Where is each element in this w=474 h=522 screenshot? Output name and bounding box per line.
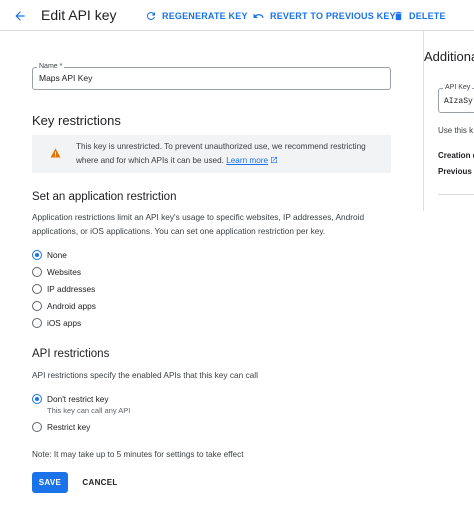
revert-key-label: REVERT TO PREVIOUS KEY — [270, 11, 396, 21]
radio-button[interactable] — [32, 250, 42, 260]
regenerate-key-button[interactable]: REGENERATE KEY — [145, 9, 248, 23]
radio-button[interactable] — [32, 422, 42, 432]
radio-label: IP addresses — [47, 284, 96, 294]
radio-option-restrict-key[interactable]: Restrict key — [32, 421, 90, 433]
back-button[interactable] — [10, 6, 30, 26]
top-toolbar: Edit API key REGENERATE KEY REVERT TO PR… — [0, 0, 474, 31]
name-field[interactable] — [32, 67, 391, 90]
radio-option-android-apps[interactable]: Android apps — [32, 300, 96, 312]
learn-more-link[interactable]: Learn more — [226, 156, 268, 165]
learn-more-label: Learn more — [226, 155, 269, 165]
page-title: Edit API key — [41, 7, 117, 23]
additional-info-title: Additiona — [424, 49, 474, 64]
additional-info-panel: Additiona API Key AIzaSy Use this k Crea… — [423, 31, 474, 211]
arrow-back-icon — [15, 11, 25, 21]
use-this-key-text: Use this k — [438, 126, 474, 135]
panel-divider — [438, 194, 474, 195]
key-restrictions-heading: Key restrictions — [32, 113, 121, 128]
trash-icon — [395, 11, 402, 21]
save-button[interactable]: SAVE — [32, 472, 68, 493]
undo-icon — [253, 13, 264, 18]
radio-button[interactable] — [32, 318, 42, 328]
warning-text: This key is unrestricted. To prevent una… — [76, 142, 366, 165]
delete-button[interactable]: DELETE — [393, 9, 446, 23]
radio-button[interactable] — [32, 284, 42, 294]
api-key-label: API Key — [443, 84, 473, 91]
name-field-label: Name * — [37, 62, 65, 71]
external-link-icon — [271, 156, 278, 163]
creation-date-label: Creation d — [438, 151, 474, 160]
delete-label: DELETE — [409, 11, 446, 21]
api-restrictions-heading: API restrictions — [32, 348, 110, 360]
radio-label: iOS apps — [47, 318, 82, 328]
previous-key-label: Previous — [438, 167, 472, 176]
cancel-button[interactable]: CANCEL — [80, 472, 120, 493]
warning-icon — [50, 148, 61, 158]
radio-button[interactable] — [32, 394, 42, 404]
settings-note: Note: It may take up to 5 minutes for se… — [32, 450, 244, 459]
radio-button[interactable] — [32, 301, 42, 311]
warning-message: This key is unrestricted. To prevent una… — [76, 140, 386, 167]
radio-label: None — [47, 250, 67, 260]
radio-button[interactable] — [32, 267, 42, 277]
radio-option-websites[interactable]: Websites — [32, 266, 81, 278]
refresh-icon — [146, 11, 155, 20]
name-input[interactable] — [39, 73, 369, 83]
revert-key-button[interactable]: REVERT TO PREVIOUS KEY — [252, 9, 396, 23]
regenerate-key-label: REGENERATE KEY — [162, 11, 248, 21]
radio-option-dont-restrict[interactable]: Don't restrict key — [32, 393, 109, 405]
radio-option-ip-addresses[interactable]: IP addresses — [32, 283, 95, 295]
radio-label: Restrict key — [47, 422, 91, 432]
api-restrictions-description: API restrictions specify the enabled API… — [32, 370, 258, 380]
application-restriction-description: Application restrictions limit an API ke… — [32, 212, 365, 236]
unrestricted-warning: This key is unrestricted. To prevent una… — [32, 135, 391, 173]
radio-label: Websites — [47, 267, 81, 277]
api-key-value: AIzaSy — [444, 97, 473, 106]
radio-label: Don't restrict key — [47, 394, 109, 404]
application-restriction-heading: Set an application restriction — [32, 191, 177, 203]
radio-label: Android apps — [47, 301, 96, 311]
radio-option-ios-apps[interactable]: iOS apps — [32, 317, 81, 329]
radio-option-none[interactable]: None — [32, 249, 67, 261]
dont-restrict-sublabel: This key can call any API — [47, 406, 131, 415]
